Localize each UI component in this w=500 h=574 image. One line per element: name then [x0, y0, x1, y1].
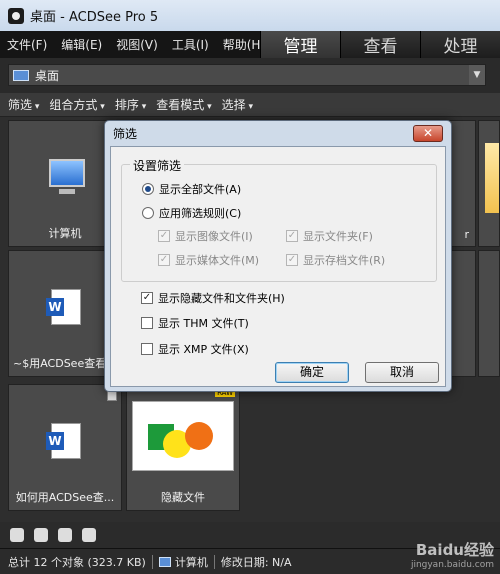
- thumbnail-folder-partial[interactable]: [478, 120, 500, 247]
- image-preview: [132, 401, 234, 471]
- orange-circle-shape: [185, 422, 213, 450]
- checkbox-icon[interactable]: ✓: [158, 254, 170, 266]
- checkbox-show-thm[interactable]: 显示 THM 文件(T): [141, 315, 249, 331]
- radio-selected-icon[interactable]: [142, 183, 154, 195]
- checkbox-show-media[interactable]: ✓ 显示媒体文件(M): [158, 252, 259, 268]
- thumbnail-label: 隐藏文件: [161, 491, 205, 504]
- watermark-brand: Baidu经验: [415, 541, 494, 559]
- status-modified: 修改日期: N/A: [220, 555, 292, 569]
- checkbox-label: 显示 THM 文件(T): [158, 317, 249, 330]
- path-field[interactable]: 桌面 ▼: [8, 64, 486, 86]
- menu-edit[interactable]: 编辑(E): [54, 36, 109, 53]
- radio-show-all[interactable]: 显示全部文件(A): [142, 181, 241, 197]
- close-icon[interactable]: ✕: [413, 125, 443, 142]
- acdsee-logo-icon: [8, 7, 24, 24]
- rotate-right-icon[interactable]: [34, 528, 48, 542]
- menu-tools[interactable]: 工具(I): [165, 36, 216, 53]
- status-total: 总计 12 个对象 (323.7 KB): [8, 555, 146, 569]
- thumbnail-partial[interactable]: [478, 250, 500, 377]
- window-title: 桌面 - ACDSee Pro 5: [30, 10, 159, 25]
- word-doc-icon: [46, 289, 81, 325]
- thumbnail-hidden-file[interactable]: RAW 隐藏文件: [126, 384, 240, 511]
- checkbox-label: 显示 XMP 文件(X): [158, 343, 249, 356]
- watermark: Baidu经验 jingyan.baidu.com: [411, 539, 494, 570]
- mode-tabs: 管理 查看 处理: [260, 31, 500, 58]
- watermark-url: jingyan.baidu.com: [410, 560, 494, 570]
- select-menu[interactable]: 选择: [222, 96, 253, 113]
- dialog-title-bar: 筛选 ✕: [105, 121, 451, 145]
- filter-toolbar: 筛选 组合方式 排序 查看模式 选择: [0, 93, 500, 117]
- sort-menu[interactable]: 排序: [115, 96, 146, 113]
- cancel-button[interactable]: 取消: [365, 362, 439, 383]
- thumbnail-howto-doc[interactable]: 如何用ACDSee查...: [8, 384, 122, 511]
- tab-view[interactable]: 查看: [340, 31, 420, 58]
- dialog-title: 筛选: [113, 126, 138, 141]
- status-divider: [151, 554, 153, 569]
- status-location: 计算机: [174, 555, 208, 569]
- checkbox-show-images[interactable]: ✓ 显示图像文件(I): [158, 228, 253, 244]
- radio-icon[interactable]: [142, 207, 154, 219]
- checkbox-show-folders[interactable]: ✓ 显示文件夹(F): [286, 228, 373, 244]
- status-divider: [213, 554, 215, 569]
- checkbox-label: 显示文件夹(F): [303, 230, 373, 243]
- title-bar: 桌面 - ACDSee Pro 5: [0, 0, 500, 31]
- radio-apply-rules[interactable]: 应用筛选规则(C): [142, 205, 241, 221]
- slideshow-icon[interactable]: [82, 528, 96, 542]
- filter-settings-group: 设置筛选 显示全部文件(A) 应用筛选规则(C) ✓ 显示图像文件(I) ✓ 显…: [121, 157, 437, 282]
- tab-manage[interactable]: 管理: [260, 31, 340, 58]
- refresh-icon[interactable]: [58, 528, 72, 542]
- filter-menu[interactable]: 筛选: [8, 96, 39, 113]
- tab-develop[interactable]: 处理: [420, 31, 500, 58]
- path-bar: 桌面 ▼: [0, 58, 500, 93]
- filter-dialog: 筛选 ✕ 设置筛选 显示全部文件(A) 应用筛选规则(C) ✓ 显示图像文件(I…: [104, 120, 452, 392]
- checkbox-show-hidden[interactable]: ✓ 显示隐藏文件和文件夹(H): [141, 290, 285, 306]
- rotate-left-icon[interactable]: [10, 528, 24, 542]
- checkbox-icon[interactable]: ✓: [286, 230, 298, 242]
- menu-view[interactable]: 视图(V): [109, 36, 165, 53]
- ok-button[interactable]: 确定: [275, 362, 349, 383]
- checkbox-label: 显示存档文件(R): [303, 254, 386, 267]
- chevron-down-icon[interactable]: ▼: [469, 65, 485, 85]
- menu-bar: 文件(F) 编辑(E) 视图(V) 工具(I) 帮助(H) 管理 查看 处理: [0, 31, 500, 58]
- checkbox-show-archives[interactable]: ✓ 显示存档文件(R): [286, 252, 385, 268]
- checkbox-show-xmp[interactable]: 显示 XMP 文件(X): [141, 341, 249, 357]
- menu-file[interactable]: 文件(F): [0, 36, 54, 53]
- thumbnail-label: 如何用ACDSee查...: [15, 491, 115, 504]
- computer-icon: [49, 159, 85, 194]
- checkbox-checked-icon[interactable]: ✓: [141, 292, 153, 304]
- checkbox-icon[interactable]: [141, 317, 153, 329]
- checkbox-label: 显示图像文件(I): [175, 230, 253, 243]
- desktop-icon: [13, 69, 29, 81]
- group-title: 设置筛选: [130, 157, 185, 174]
- path-value: 桌面: [35, 68, 60, 83]
- radio-label: 应用筛选规则(C): [159, 207, 242, 220]
- dialog-body: 设置筛选 显示全部文件(A) 应用筛选规则(C) ✓ 显示图像文件(I) ✓ 显…: [110, 146, 446, 387]
- view-mode-menu[interactable]: 查看模式: [156, 96, 211, 113]
- checkbox-label: 显示隐藏文件和文件夹(H): [158, 292, 285, 305]
- folder-icon: [485, 143, 499, 213]
- radio-label: 显示全部文件(A): [159, 183, 242, 196]
- checkbox-icon[interactable]: [141, 343, 153, 355]
- app-window: 桌面 - ACDSee Pro 5 文件(F) 编辑(E) 视图(V) 工具(I…: [0, 0, 500, 574]
- group-by-menu[interactable]: 组合方式: [49, 96, 104, 113]
- computer-small-icon: [158, 556, 171, 567]
- checkbox-icon[interactable]: ✓: [286, 254, 298, 266]
- checkbox-icon[interactable]: ✓: [158, 230, 170, 242]
- checkbox-label: 显示媒体文件(M): [175, 254, 260, 267]
- word-doc-icon: [46, 423, 81, 459]
